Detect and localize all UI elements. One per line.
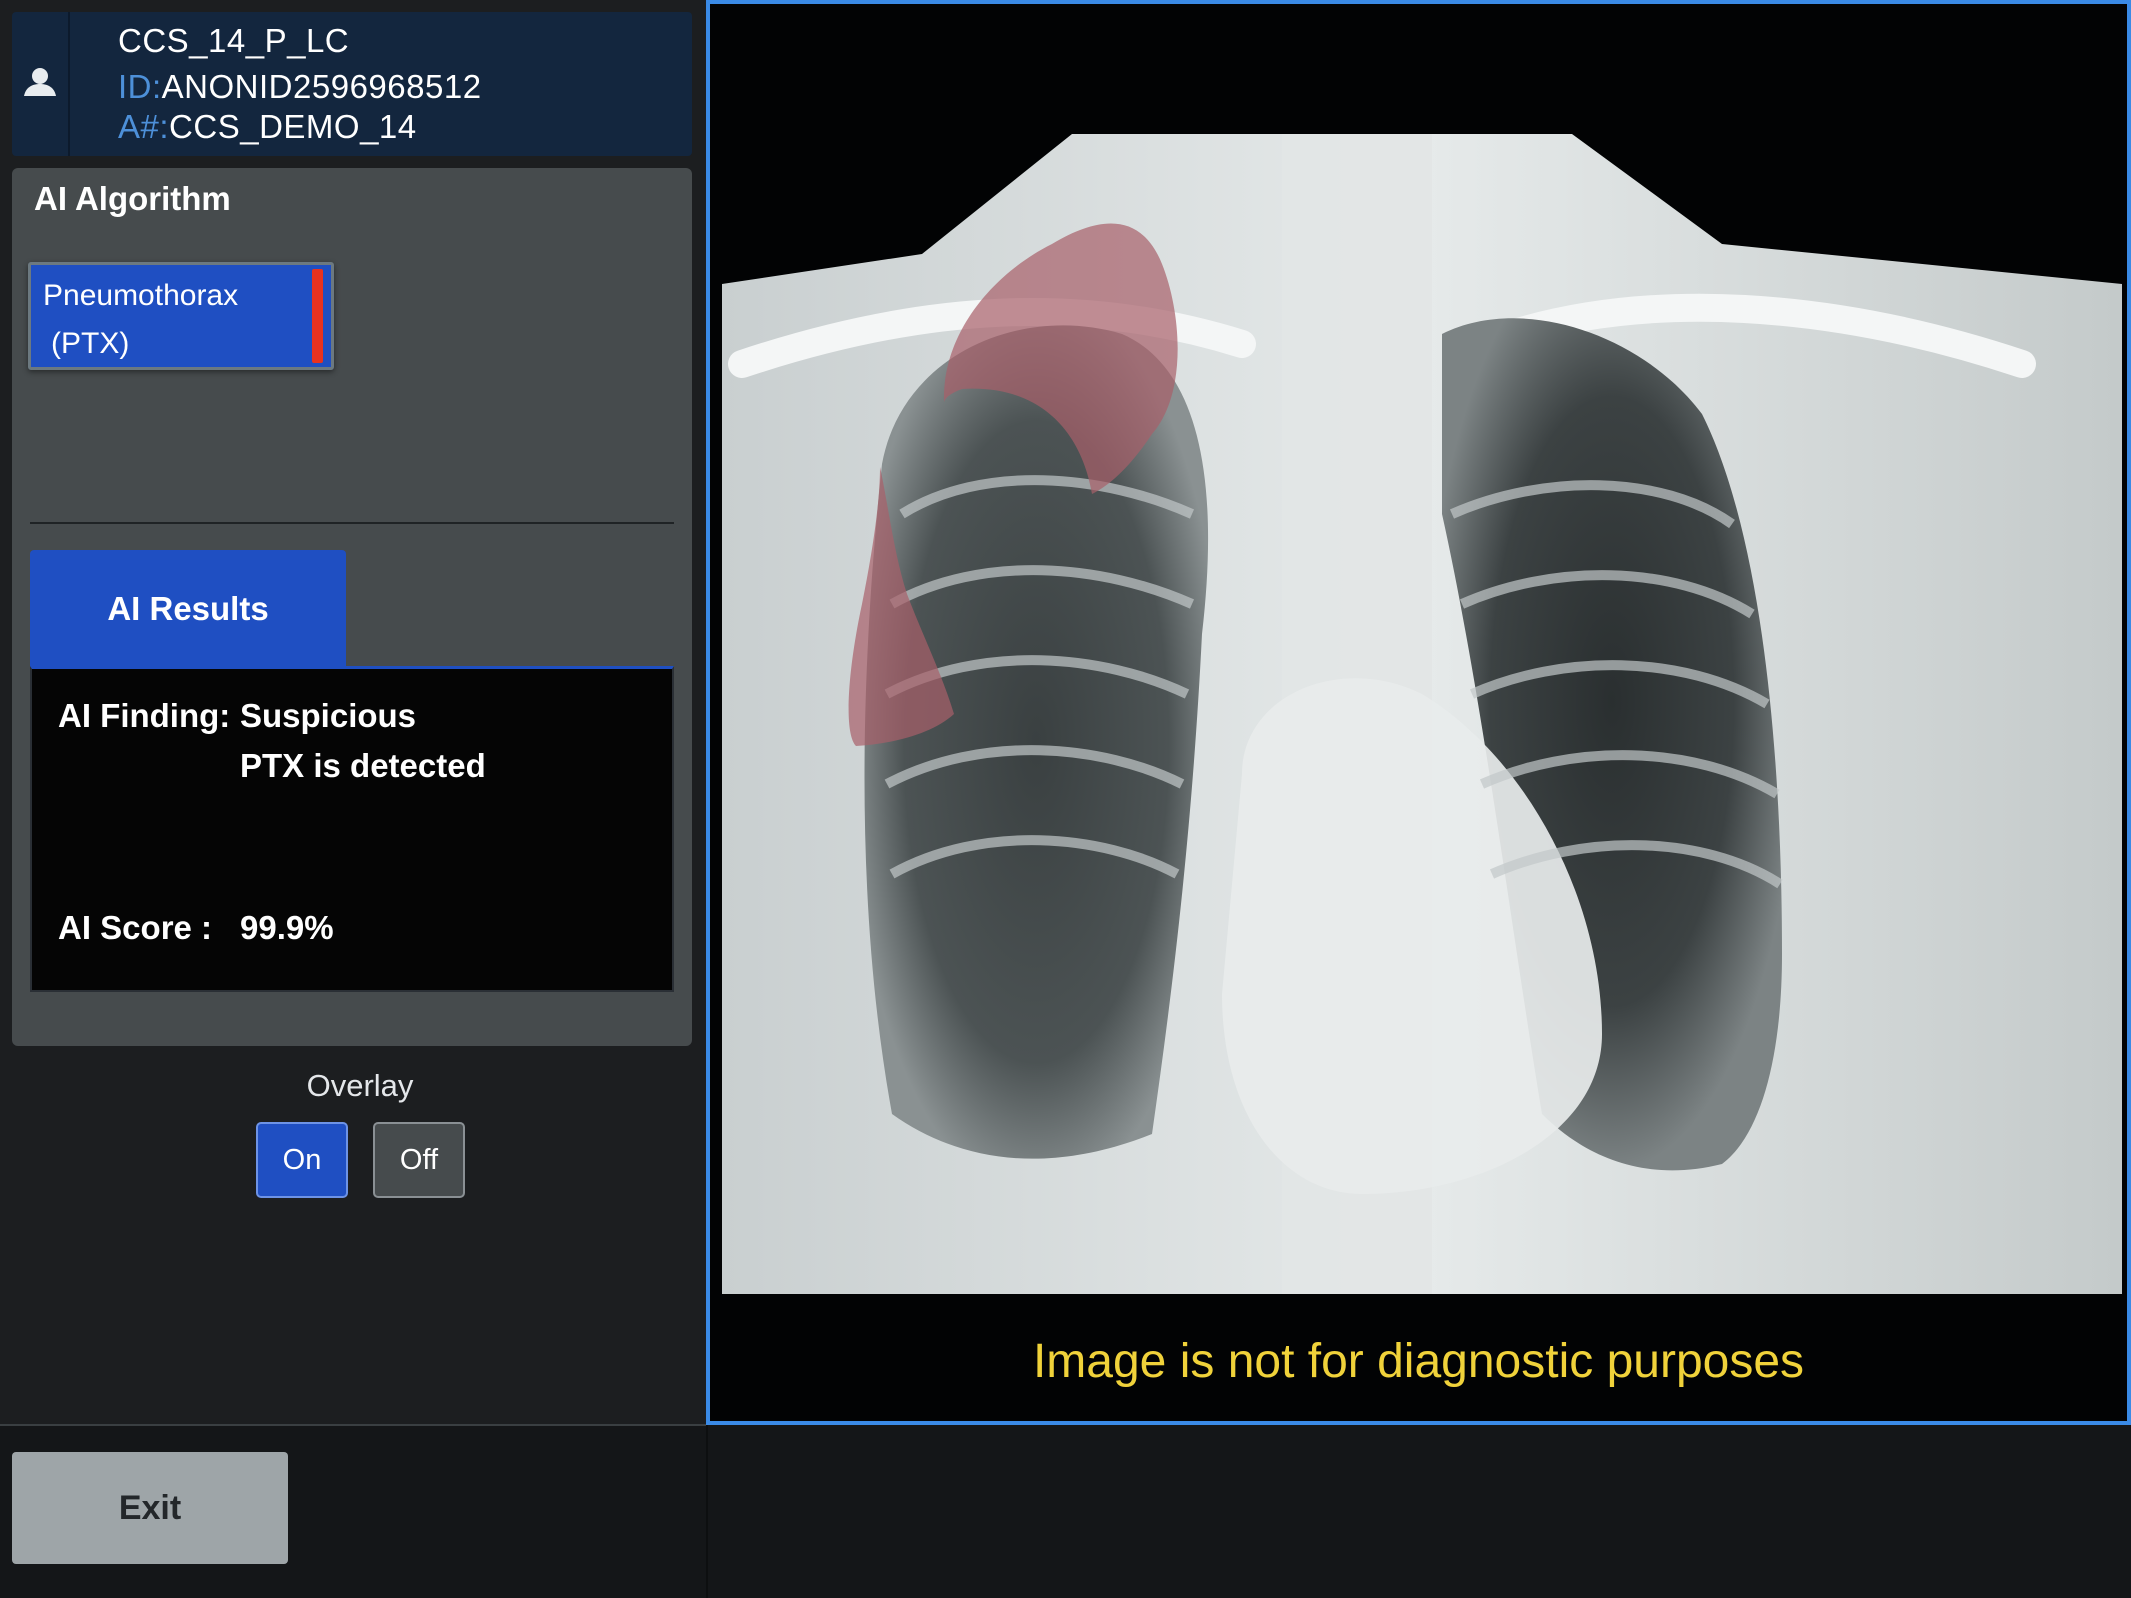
divider <box>0 1424 706 1426</box>
patient-header: CCS_14_P_LC ID:ANONID2596968512 A#:CCS_D… <box>12 12 692 156</box>
user-icon <box>20 62 60 107</box>
bottom-bar <box>0 1425 2131 1598</box>
overlay-on-button[interactable]: On <box>256 1122 348 1198</box>
exit-button-label: Exit <box>118 1488 182 1527</box>
algorithm-button-label: Pneumothorax <box>43 279 239 312</box>
accession-label: A#: <box>118 108 170 145</box>
ai-score-label: AI Score : <box>58 909 213 946</box>
exit-button[interactable]: Exit <box>12 1452 288 1564</box>
accession-line: A#:CCS_DEMO_14 <box>118 108 417 146</box>
alert-indicator <box>312 269 323 363</box>
patient-name: CCS_14_P_LC <box>118 22 350 59</box>
algorithm-button-sublabel: (PTX) <box>51 327 130 360</box>
tab-ai-results[interactable]: AI Results <box>30 550 346 668</box>
ai-panel: AI Algorithm Pneumothorax (PTX) AI Resul… <box>12 168 692 1046</box>
patient-icon-cell <box>12 12 70 156</box>
tab-ai-results-label: AI Results <box>107 590 269 627</box>
ai-results-box: AI Finding: Suspicious PTX is detected A… <box>30 666 674 992</box>
overlay-label: Overlay <box>306 1068 414 1103</box>
ai-finding-label: AI Finding: <box>58 697 231 734</box>
ai-score-value: 99.9% <box>240 909 334 946</box>
pneumothorax-algorithm-button[interactable]: Pneumothorax (PTX) <box>28 262 334 370</box>
chest-xray-image <box>722 134 2122 1294</box>
image-viewer[interactable]: Image is not for diagnostic purposes <box>706 0 2131 1425</box>
ai-finding-detail: PTX is detected <box>240 747 486 784</box>
disclaimer-text: Image is not for diagnostic purposes <box>1032 1335 1805 1388</box>
left-panel: CCS_14_P_LC ID:ANONID2596968512 A#:CCS_D… <box>0 0 706 1425</box>
patient-id-line: ID:ANONID2596968512 <box>118 68 482 106</box>
patient-id-value: ANONID2596968512 <box>161 68 482 105</box>
divider <box>706 1425 708 1598</box>
divider <box>30 522 674 524</box>
algorithm-title: AI Algorithm <box>34 180 231 217</box>
patient-id-label: ID: <box>118 68 162 105</box>
overlay-off-button[interactable]: Off <box>373 1122 465 1198</box>
ai-finding-value: Suspicious <box>240 697 417 734</box>
accession-value: CCS_DEMO_14 <box>169 108 417 145</box>
